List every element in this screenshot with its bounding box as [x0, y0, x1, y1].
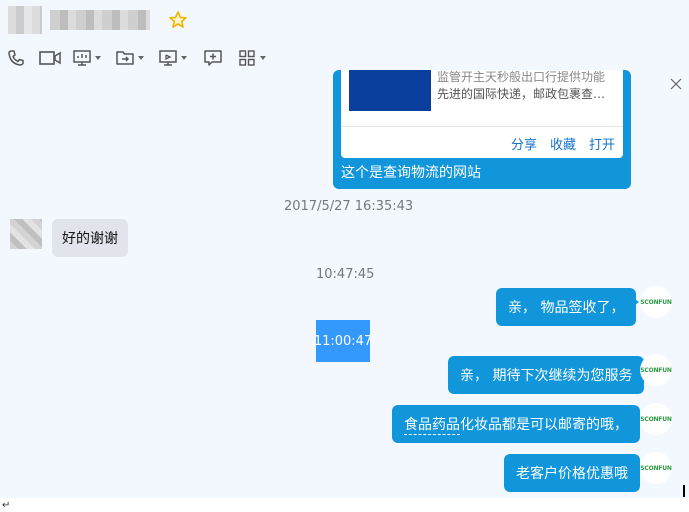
file-transfer-button[interactable]	[115, 47, 144, 69]
outgoing-message-bubble[interactable]: 老客户价格优惠哦	[504, 454, 640, 492]
share-link[interactable]: 分享	[511, 134, 537, 153]
new-chat-icon	[203, 48, 223, 68]
phone-button[interactable]	[6, 47, 26, 69]
link-card-thumbnail	[349, 70, 431, 111]
chevron-down-icon	[95, 56, 101, 60]
close-icon[interactable]	[669, 76, 683, 90]
contact-name	[50, 10, 150, 30]
incoming-message-bubble[interactable]: 好的谢谢	[52, 219, 128, 257]
chat-header	[0, 0, 689, 78]
link-card-caption: 这个是查询物流的网站	[341, 165, 481, 181]
timestamp: 2017/5/27 16:35:43	[284, 199, 414, 214]
timestamp-selected: 11:00:47	[314, 320, 372, 362]
chevron-down-icon	[260, 56, 266, 60]
outgoing-message-bubble[interactable]: 食品药品 化妆品都是可以邮寄的哦，	[392, 405, 640, 443]
timestamp: 10:47:45	[316, 267, 375, 282]
underlined-text: 食品药品	[404, 414, 460, 435]
contact-avatar[interactable]	[8, 6, 42, 34]
chat-toolbar	[6, 46, 272, 70]
outgoing-message-bubble[interactable]: 亲， 物品签收了，	[496, 288, 637, 326]
link-card-desc-line1: 监管开主天秒般出口行提供功能	[437, 70, 606, 84]
chevron-down-icon	[181, 56, 187, 60]
bubble-tail	[631, 411, 639, 423]
new-chat-button[interactable]	[203, 47, 223, 69]
chevron-down-icon	[138, 56, 144, 60]
open-link[interactable]: 打开	[589, 134, 615, 153]
favorite-link[interactable]: 收藏	[550, 134, 576, 153]
bubble-tail	[631, 362, 639, 374]
phone-icon	[6, 48, 26, 68]
link-card-body: 监管开主天秒般出口行提供功能 先进的国际快递，邮政包裹查… 分享 收藏 打开	[341, 70, 623, 158]
link-card-actions: 分享 收藏 打开	[511, 134, 615, 153]
video-icon	[38, 48, 62, 68]
agent-avatar[interactable]: SCONFUN	[640, 403, 672, 435]
divider	[341, 126, 623, 127]
link-card-message[interactable]: 监管开主天秒般出口行提供功能 先进的国际快递，邮政包裹查… 分享 收藏 打开 这…	[333, 70, 631, 189]
agent-avatar[interactable]: SCONFUN	[640, 452, 672, 484]
outgoing-message-bubble[interactable]: 亲， 期待下次继续为您服务	[448, 356, 645, 394]
paragraph-mark: ↵	[2, 500, 11, 511]
contact-avatar[interactable]	[10, 219, 42, 249]
file-transfer-icon	[115, 48, 135, 68]
agent-avatar[interactable]: SCONFUN	[640, 354, 672, 386]
remote-assist-icon	[158, 48, 178, 68]
video-call-button[interactable]	[38, 47, 62, 69]
chat-window: 监管开主天秒般出口行提供功能 先进的国际快递，邮政包裹查… 分享 收藏 打开 这…	[0, 0, 689, 498]
bubble-tail	[631, 460, 639, 472]
message-text: 化妆品都是可以邮寄的哦，	[460, 417, 628, 433]
link-card-desc-line2: 先进的国际快递，邮政包裹查…	[437, 87, 606, 101]
screen-share-icon	[72, 48, 92, 68]
apps-button[interactable]	[237, 47, 266, 69]
bubble-tail	[631, 296, 639, 308]
agent-avatar[interactable]: SCONFUN	[640, 286, 672, 318]
star-icon[interactable]	[168, 10, 188, 30]
screen-share-button[interactable]	[72, 47, 101, 69]
text-cursor	[683, 485, 685, 497]
apps-grid-icon	[237, 48, 257, 68]
remote-assist-button[interactable]	[158, 47, 187, 69]
